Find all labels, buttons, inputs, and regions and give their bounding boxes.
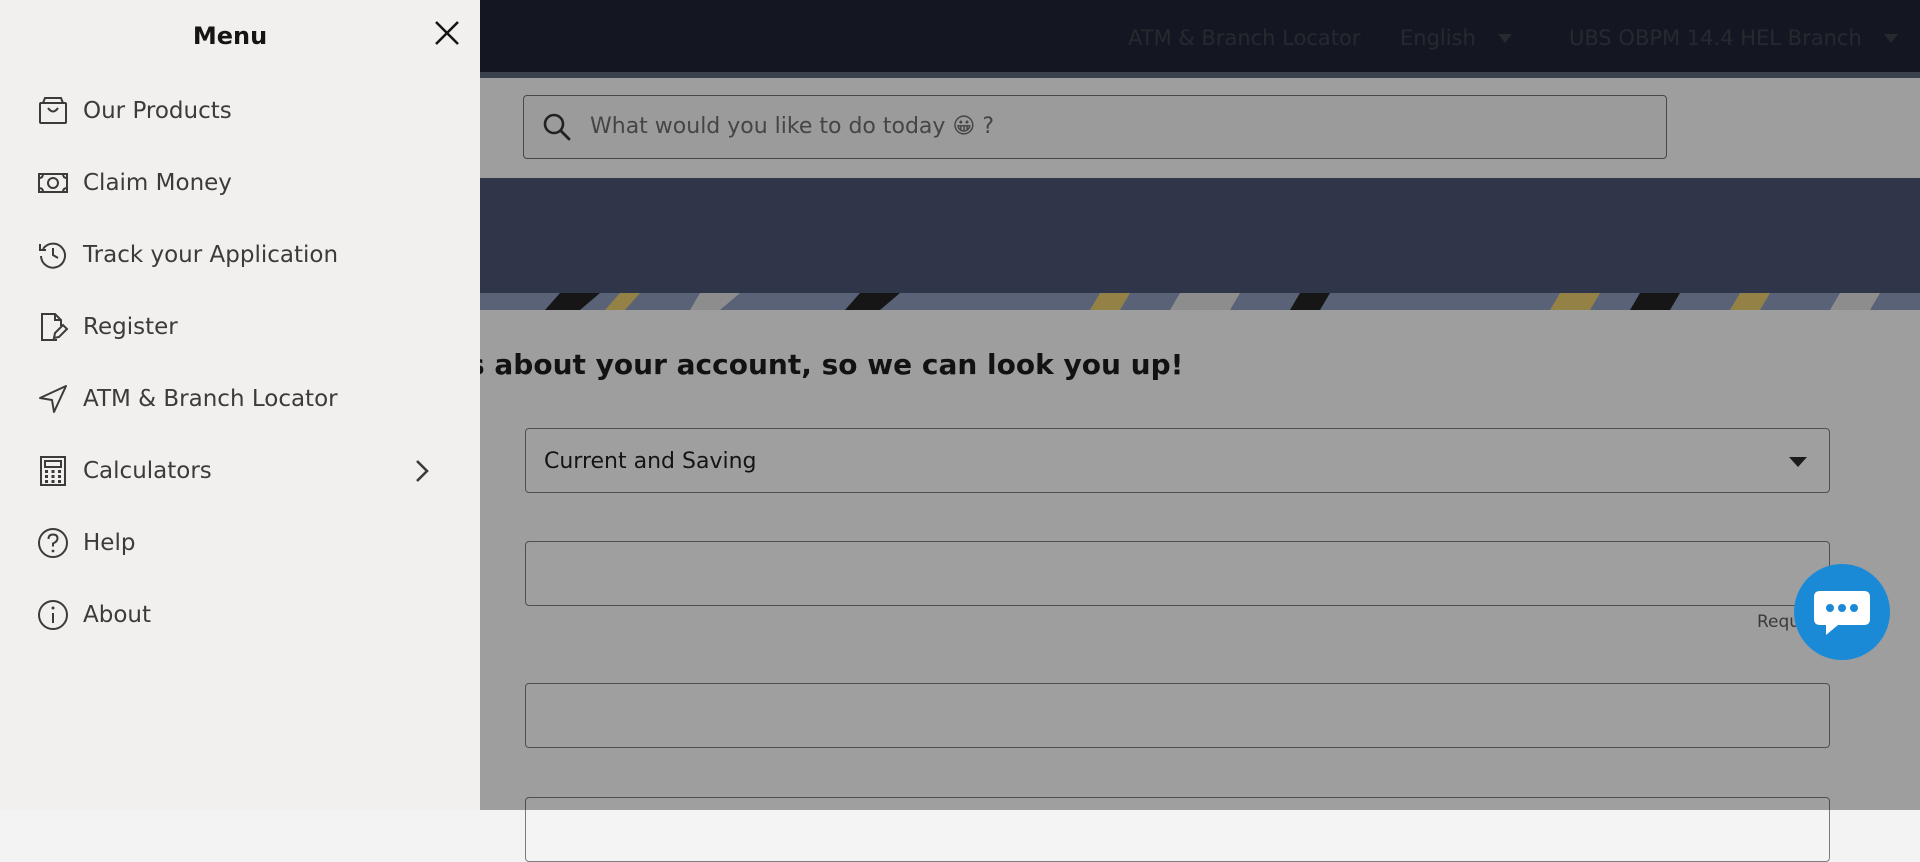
menu-item-label: About <box>83 602 152 628</box>
banknote-icon <box>36 166 70 200</box>
menu-item-label: Claim Money <box>83 170 232 196</box>
menu-item-label: ATM & Branch Locator <box>83 386 338 412</box>
menu-item-label: Register <box>83 314 178 340</box>
side-menu-drawer: Menu Our Products Claim Money Track your… <box>0 0 480 810</box>
help-circle-icon <box>36 526 70 560</box>
menu-item-register[interactable]: Register <box>36 302 446 352</box>
chevron-right-icon <box>414 458 430 488</box>
document-edit-icon <box>36 310 70 344</box>
close-menu-button[interactable] <box>432 18 462 48</box>
menu-item-track-application[interactable]: Track your Application <box>36 230 446 280</box>
menu-item-our-products[interactable]: Our Products <box>36 86 446 136</box>
menu-title: Menu <box>192 22 268 50</box>
menu-item-atm-branch-locator[interactable]: ATM & Branch Locator <box>36 374 446 424</box>
navigation-arrow-icon <box>36 382 70 416</box>
menu-item-about[interactable]: About <box>36 590 446 640</box>
chat-button[interactable] <box>1794 564 1890 660</box>
close-icon <box>435 21 459 45</box>
menu-item-help[interactable]: Help <box>36 518 446 568</box>
chat-bubble-icon <box>1814 591 1870 635</box>
menu-item-claim-money[interactable]: Claim Money <box>36 158 446 208</box>
info-circle-icon <box>36 598 70 632</box>
history-icon <box>36 238 70 272</box>
menu-item-label: Track your Application <box>83 242 339 268</box>
menu-item-label: Calculators <box>83 458 212 484</box>
menu-item-label: Help <box>83 530 136 556</box>
shopping-bag-icon <box>36 94 70 128</box>
menu-item-label: Our Products <box>83 98 232 124</box>
calculator-icon <box>36 454 70 488</box>
menu-item-calculators[interactable]: Calculators <box>36 446 446 496</box>
